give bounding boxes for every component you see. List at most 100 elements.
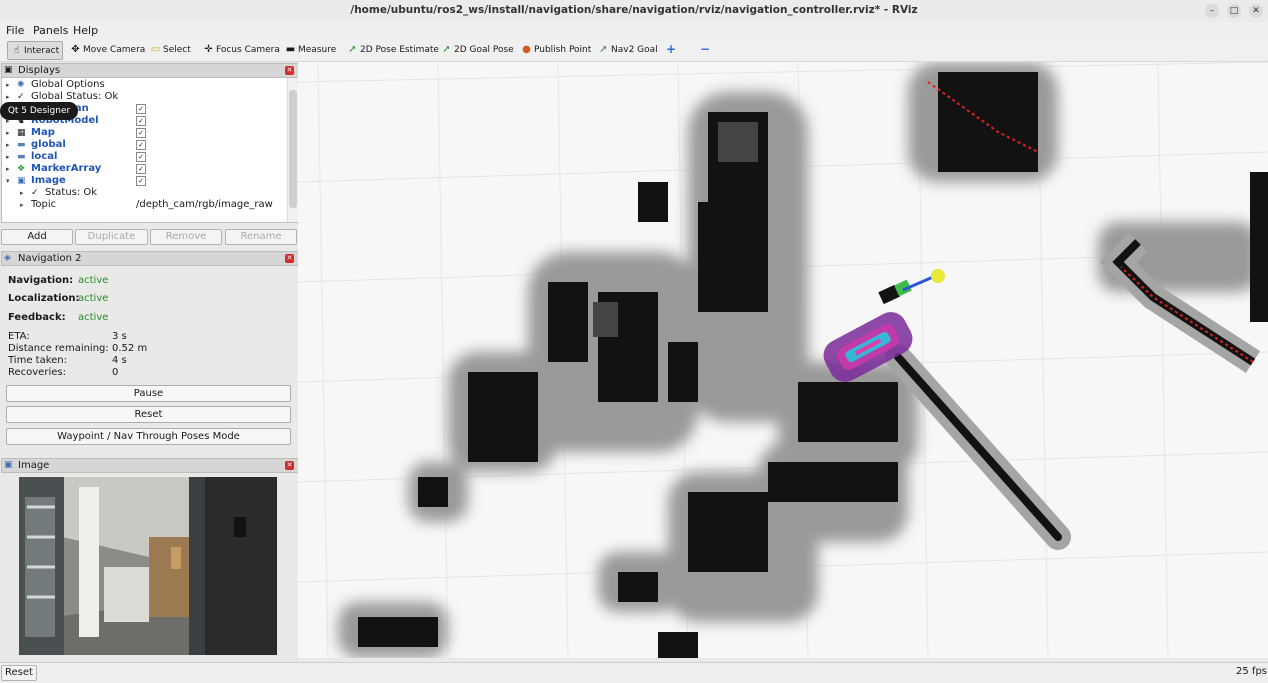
expand-arrow-icon[interactable]: ▸ — [6, 163, 10, 175]
publish-point-tool[interactable]: ● Publish Point — [521, 41, 591, 58]
menu-file[interactable]: File — [6, 24, 24, 37]
tree-row-local[interactable]: ▸ ▬ local ✓ — [2, 151, 286, 163]
enable-checkbox[interactable]: ✓ — [136, 116, 146, 126]
enable-checkbox[interactable]: ✓ — [136, 104, 146, 114]
enable-checkbox[interactable]: ✓ — [136, 140, 146, 150]
pointer-icon: ☝ — [13, 45, 20, 56]
displays-scrollbar[interactable] — [287, 78, 298, 222]
nav-status-label: Navigation: — [8, 275, 74, 286]
close-window-button[interactable]: ✕ — [1249, 4, 1263, 18]
pose-estimate-label: 2D Pose Estimate — [360, 45, 439, 55]
collapse-arrow-icon[interactable]: ▾ — [6, 175, 10, 187]
move-camera-label: Move Camera — [83, 45, 146, 55]
remove-display-button[interactable]: Remove — [150, 229, 222, 245]
nav2-goal-tool[interactable]: ➚ Nav2 Goal — [598, 41, 657, 58]
costmap-canvas[interactable] — [298, 62, 1268, 658]
goal-pose-label: 2D Goal Pose — [454, 45, 514, 55]
tree-label: Global Options — [31, 79, 105, 90]
image-panel-title: Image — [18, 460, 50, 471]
goal-pose-tool[interactable]: ➚ 2D Goal Pose — [441, 41, 514, 58]
expand-arrow-icon[interactable]: ▸ — [20, 199, 24, 211]
window-title: /home/ubuntu/ros2_ws/install/navigation/… — [350, 4, 918, 16]
maximize-button[interactable]: □ — [1227, 4, 1241, 18]
map-icon: ▦ — [17, 128, 26, 138]
reset-view-button[interactable]: Reset — [1, 665, 37, 681]
expand-arrow-icon[interactable]: ▸ — [6, 139, 10, 151]
pose-estimate-tool[interactable]: ➚ 2D Pose Estimate — [347, 41, 439, 58]
select-tool[interactable]: ▭ Select — [150, 41, 191, 58]
nav-arrow-icon: ➚ — [599, 44, 608, 55]
duplicate-display-button[interactable]: Duplicate — [75, 229, 148, 245]
map-viewport[interactable] — [298, 62, 1268, 658]
recoveries-label: Recoveries: — [8, 367, 66, 378]
menu-help[interactable]: Help — [73, 24, 98, 37]
tree-row-markerarray[interactable]: ▸ ❖ MarkerArray ✓ — [2, 163, 286, 175]
goal-marker — [931, 269, 945, 283]
focus-icon: ✛ — [204, 44, 213, 55]
eta-value: 3 s — [112, 331, 127, 342]
displays-title: Displays — [18, 65, 61, 76]
enable-checkbox[interactable]: ✓ — [136, 152, 146, 162]
distance-value: 0.52 m — [112, 343, 148, 354]
recoveries-value: 0 — [112, 367, 119, 378]
folder-icon: ▬ — [17, 152, 26, 162]
minimize-button[interactable]: – — [1205, 4, 1219, 18]
map-pin-icon: ● — [522, 44, 531, 55]
interact-tool[interactable]: ☝ Interact — [7, 41, 64, 60]
tooltip: Qt 5 Designer — [0, 102, 78, 120]
measure-tool[interactable]: ▬ Measure — [285, 41, 336, 58]
close-icon[interactable]: ✕ — [285, 461, 294, 470]
displays-tree: ▸ ✺ Global Options ▸ ✓ Global Status: Ok… — [1, 77, 299, 223]
tree-row-image[interactable]: ▾ ▣ Image ✓ — [2, 175, 286, 187]
expand-arrow-icon[interactable]: ▸ — [6, 79, 10, 91]
tree-row-global-options[interactable]: ▸ ✺ Global Options — [2, 79, 286, 91]
move-camera-tool[interactable]: ✥ Move Camera — [70, 41, 145, 58]
add-display-button[interactable]: Add — [1, 229, 73, 245]
topic-value[interactable]: /depth_cam/rgb/image_raw — [136, 199, 273, 211]
feedback-status-label: Feedback: — [8, 312, 66, 323]
waypoint-mode-button[interactable]: Waypoint / Nav Through Poses Mode — [6, 428, 291, 445]
tree-label: global — [31, 139, 66, 150]
marker-icon: ❖ — [17, 164, 26, 174]
localization-status-value: active — [78, 293, 109, 304]
tree-row-map[interactable]: ▸ ▦ Map ✓ — [2, 127, 286, 139]
tree-label: MarkerArray — [31, 163, 102, 174]
expand-arrow-icon[interactable]: ▸ — [20, 187, 24, 199]
expand-arrow-icon[interactable]: ▸ — [6, 127, 10, 139]
tree-label: Topic — [31, 199, 57, 210]
remove-tool-button[interactable]: − — [700, 41, 710, 58]
close-icon[interactable]: ✕ — [285, 66, 294, 75]
add-tool-button[interactable]: + — [666, 41, 676, 58]
nav-panel-icon: ◈ — [4, 253, 11, 263]
move-icon: ✥ — [71, 44, 80, 55]
menu-panels[interactable]: Panels — [33, 24, 68, 37]
tree-row-global[interactable]: ▸ ▬ global ✓ — [2, 139, 286, 151]
reset-nav-button[interactable]: Reset — [6, 406, 291, 423]
focus-camera-tool[interactable]: ✛ Focus Camera — [203, 41, 280, 58]
eta-label: ETA: — [8, 331, 30, 342]
camera-image — [19, 477, 277, 655]
fps-readout: 25 fps — [1236, 666, 1267, 677]
tool-bar: ☝ Interact ✥ Move Camera ▭ Select ✛ Focus Ca… — [0, 39, 1268, 62]
image-icon: ▣ — [4, 460, 13, 470]
pause-button[interactable]: Pause — [6, 385, 291, 402]
enable-checkbox[interactable]: ✓ — [136, 128, 146, 138]
feedback-status-value: active — [78, 312, 109, 323]
enable-checkbox[interactable]: ✓ — [136, 176, 146, 186]
interact-label: Interact — [24, 46, 60, 56]
pose-arrow-icon: ➚ — [348, 44, 357, 55]
select-icon: ▭ — [150, 44, 161, 55]
localization-status-label: Localization: — [8, 293, 80, 304]
tree-label: Status: Ok — [45, 187, 98, 198]
expand-arrow-icon[interactable]: ▸ — [6, 151, 10, 163]
window-titlebar: /home/ubuntu/ros2_ws/install/navigation/… — [0, 0, 1268, 23]
close-icon[interactable]: ✕ — [285, 254, 294, 263]
ruler-icon: ▬ — [285, 44, 296, 55]
right-wall — [1250, 172, 1268, 322]
tree-row-image-status[interactable]: ▸ ✓ Status: Ok — [2, 187, 286, 199]
tree-label: Image — [31, 175, 66, 186]
rename-display-button[interactable]: Rename — [225, 229, 297, 245]
scrollbar-thumb[interactable] — [289, 90, 297, 208]
tree-row-topic[interactable]: ▸ Topic /depth_cam/rgb/image_raw — [2, 199, 286, 211]
enable-checkbox[interactable]: ✓ — [136, 164, 146, 174]
